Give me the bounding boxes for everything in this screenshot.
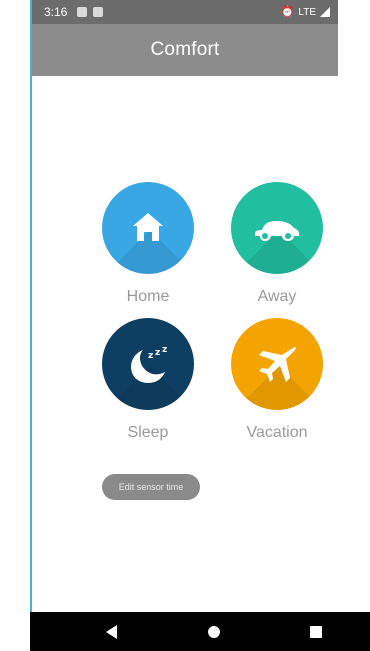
svg-text:z: z [162,345,167,355]
svg-text:z: z [148,351,153,361]
signal-icon [320,7,330,17]
page-title: Comfort [150,39,220,60]
edit-sensor-time-button[interactable]: Edit sensor time [102,474,200,500]
away-circle[interactable] [231,182,323,274]
status-time: 3:16 [44,5,68,19]
mode-label-sleep: Sleep [127,424,169,441]
back-icon [106,624,117,639]
home-nav-button[interactable] [200,612,228,651]
back-button[interactable] [98,612,126,651]
system-navigation-bar [30,612,370,651]
notification-icon [77,7,88,17]
vacation-circle[interactable] [231,318,323,410]
notification-icon [93,7,104,17]
mode-away-button[interactable]: Away [222,182,332,314]
network-type: LTE [298,6,316,18]
home-circle[interactable] [102,182,194,274]
mode-label-vacation: Vacation [246,424,308,441]
airplane-icon [259,347,296,382]
recents-icon [310,625,322,638]
status-indicators: ⏰ LTE [280,5,330,18]
mode-sleep-button[interactable]: z z z Sleep [93,318,203,450]
alarm-icon: ⏰ [280,5,295,18]
house-icon [133,213,163,241]
moon-sleep-icon: z z z [131,345,167,383]
mode-home-button[interactable]: Home [93,182,203,314]
status-bar: 3:16 ⏰ LTE [32,0,338,24]
app-bar: Comfort [32,24,338,76]
recents-button[interactable] [302,612,330,651]
mode-label-away: Away [257,288,297,305]
sleep-circle[interactable]: z z z [102,318,194,410]
svg-text:z: z [155,348,160,358]
screen: 3:16 ⏰ LTE Comfort Home Away z z z Sleep… [0,0,370,651]
car-icon [255,221,299,241]
mode-vacation-button[interactable]: Vacation [222,318,332,450]
home-nav-icon [208,625,220,638]
mode-label-home: Home [126,288,170,305]
content: Home Away z z z Sleep Vacation Edit sens… [32,76,338,612]
mode-grid: Home Away z z z Sleep Vacation [32,76,338,612]
